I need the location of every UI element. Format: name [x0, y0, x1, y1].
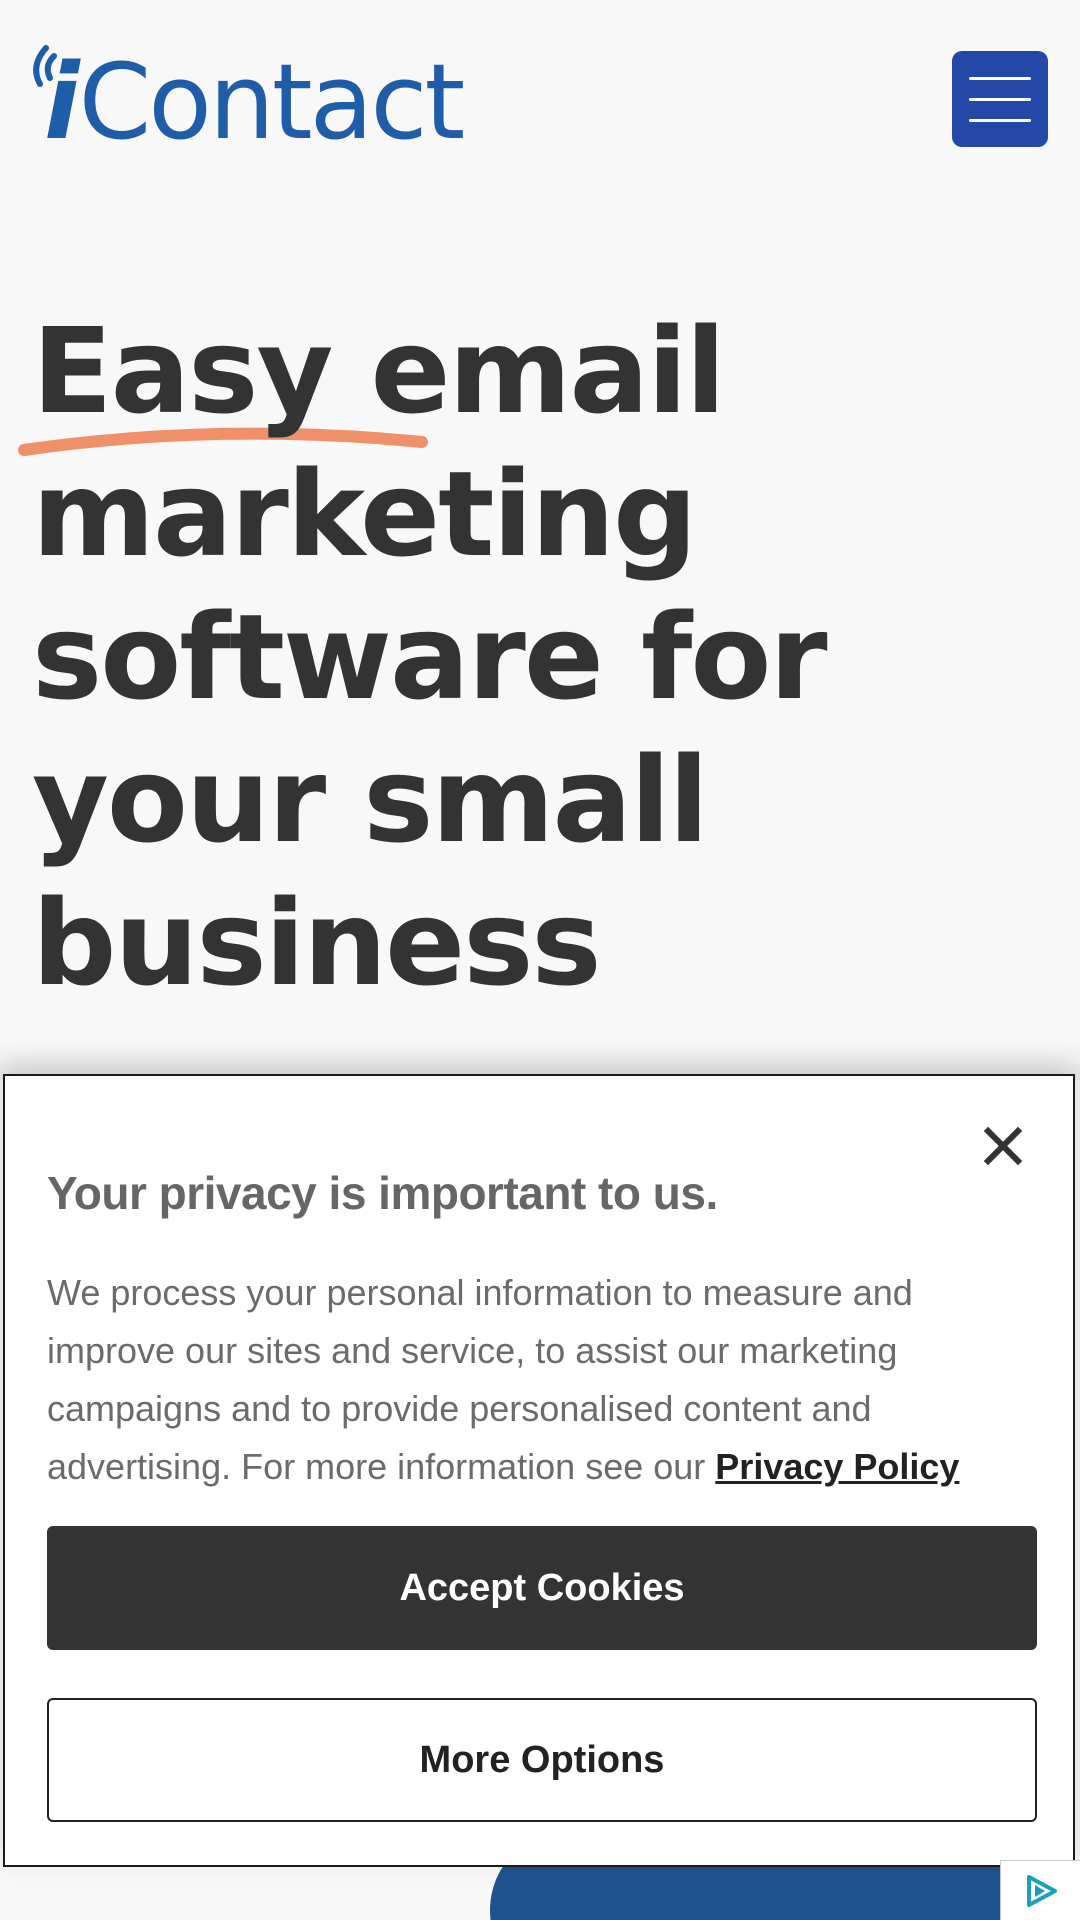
hero-title-line: your small: [32, 731, 709, 869]
more-options-button[interactable]: More Options: [47, 1698, 1037, 1822]
hamburger-icon: [969, 76, 1031, 80]
hamburger-icon: [969, 118, 1031, 122]
hamburger-icon: [969, 97, 1031, 101]
signal-icon: [33, 45, 57, 87]
ad-choices-badge[interactable]: [1000, 1860, 1080, 1920]
logo[interactable]: iContact: [30, 44, 465, 154]
logo-word: Contact: [78, 41, 466, 163]
logo-wordmark: iContact: [44, 50, 465, 154]
hero-title-line: business: [32, 874, 602, 1012]
adchoices-icon: [1027, 1875, 1057, 1907]
hero-title-line: software for: [32, 588, 828, 726]
cookie-consent-banner: Your privacy is important to us. We proc…: [3, 1074, 1075, 1867]
close-icon: [983, 1126, 1023, 1166]
menu-button[interactable]: [952, 51, 1048, 147]
cookie-banner-title: Your privacy is important to us.: [47, 1167, 718, 1219]
accept-cookies-button[interactable]: Accept Cookies: [47, 1526, 1037, 1650]
close-button[interactable]: [973, 1116, 1033, 1176]
privacy-policy-link[interactable]: Privacy Policy: [715, 1446, 959, 1487]
hero-title-line: Easy email: [32, 302, 726, 440]
page: iContact Easy email marketing software f…: [0, 0, 1080, 1920]
hero-title: Easy email marketing software for your s…: [32, 300, 852, 1015]
cookie-banner-body: We process your personal information to …: [47, 1264, 1037, 1496]
hero-title-line: marketing: [32, 445, 697, 583]
